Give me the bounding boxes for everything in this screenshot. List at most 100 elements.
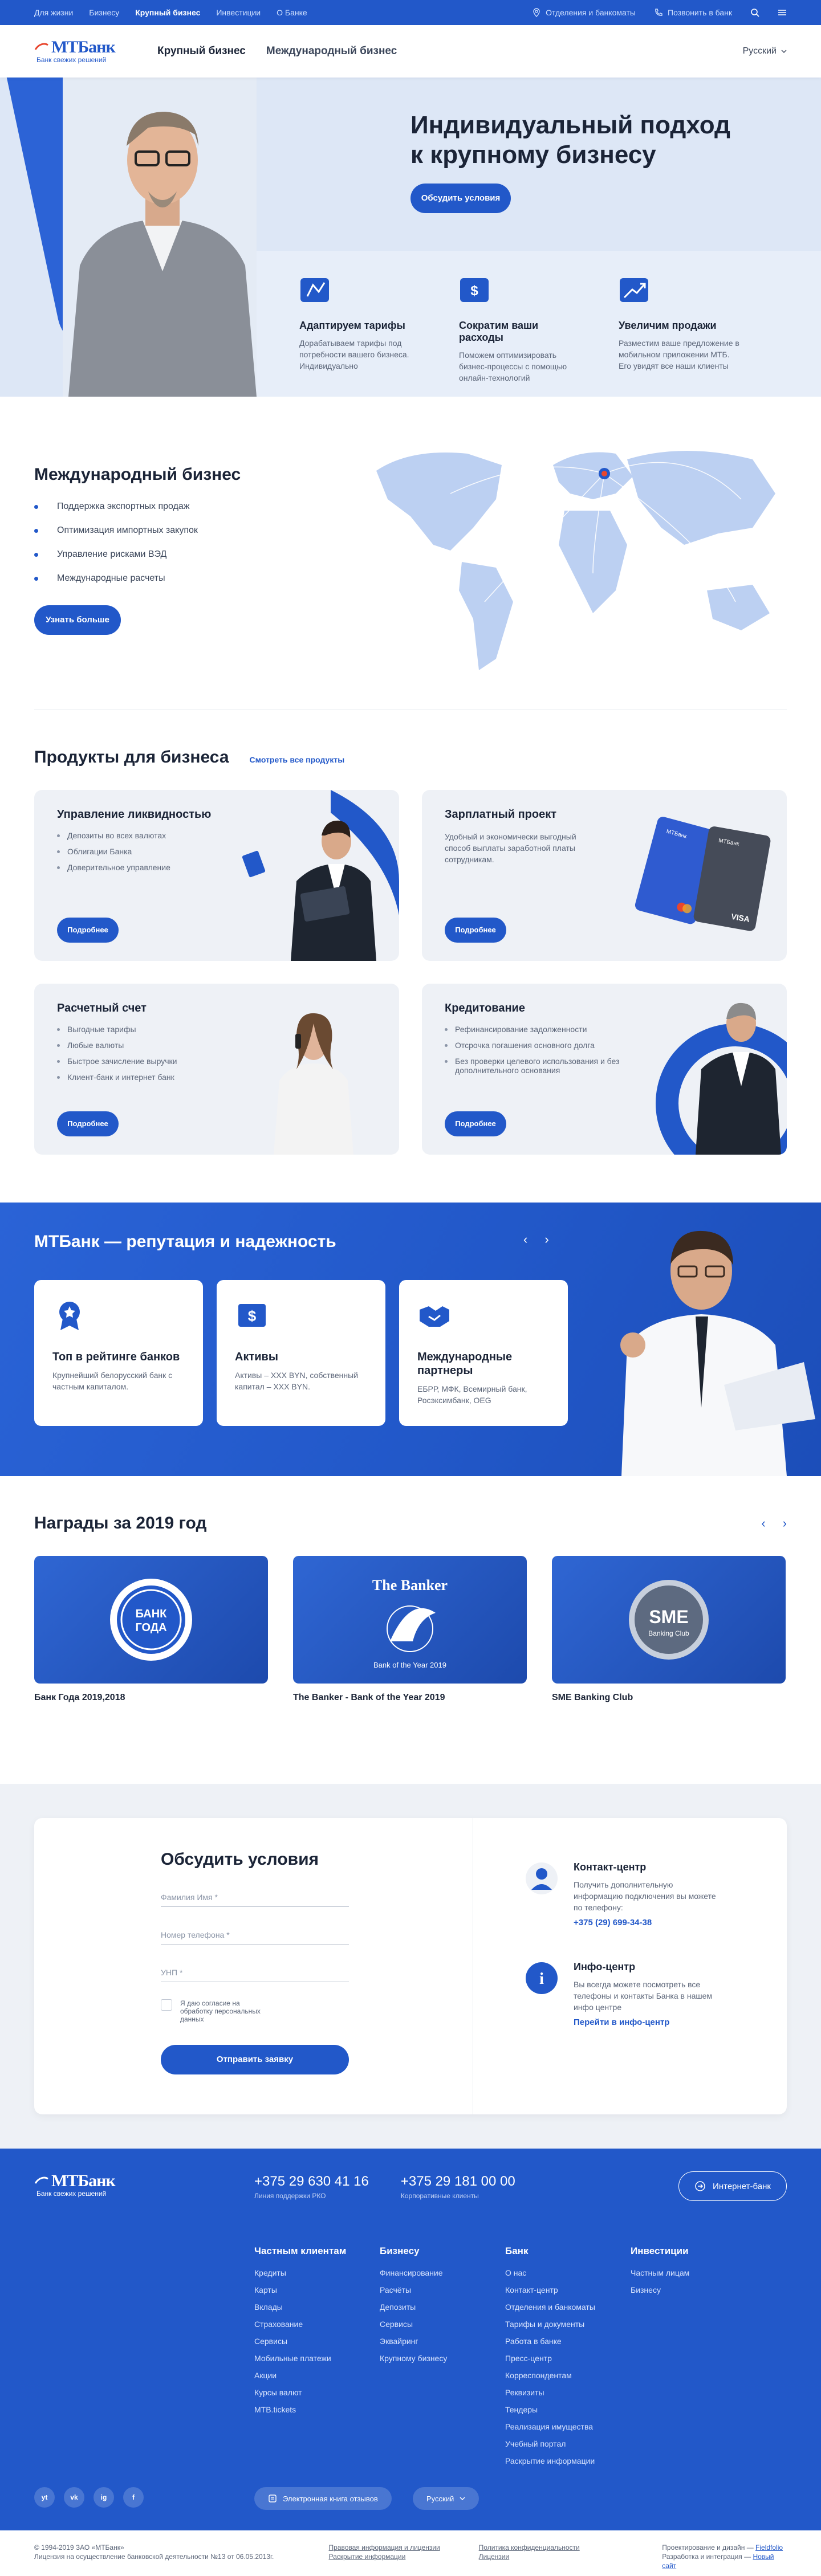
- topbar-link-about[interactable]: О Банке: [277, 8, 307, 17]
- contact-phone-link[interactable]: +375 (29) 699-34-38: [574, 1918, 652, 1927]
- list-item: Управление рисками ВЭД: [34, 549, 198, 560]
- footer-logo[interactable]: МТБанк Банк свежих решений: [34, 2173, 131, 2198]
- footer-link[interactable]: Карты: [254, 2285, 380, 2294]
- topbar-link-business[interactable]: Бизнесу: [89, 8, 119, 17]
- footer-link[interactable]: Курсы валют: [254, 2388, 380, 2397]
- details-button[interactable]: Подробнее: [57, 1111, 119, 1136]
- prev-arrow-icon[interactable]: ‹: [523, 1232, 527, 1247]
- footer-link[interactable]: Бизнесу: [631, 2285, 756, 2294]
- branches-link[interactable]: Отделения и банкоматы: [532, 8, 636, 17]
- design-credit-link[interactable]: Fieldfolio: [755, 2544, 783, 2551]
- footer-link[interactable]: MTB.tickets: [254, 2405, 380, 2414]
- footer-link[interactable]: Пресс-центр: [505, 2354, 631, 2363]
- sme-banking-club-badge: SME Banking Club: [629, 1580, 709, 1660]
- footer-link[interactable]: Раскрытие информации: [505, 2456, 631, 2465]
- details-button[interactable]: Подробнее: [445, 1111, 506, 1136]
- award-item[interactable]: БАНК ГОДА Банк Года 2019,2018: [34, 1556, 268, 1703]
- next-arrow-icon[interactable]: ›: [544, 1232, 548, 1247]
- topbar-link-life[interactable]: Для жизни: [34, 8, 73, 17]
- legal-info-link[interactable]: Правовая информация и лицензии: [329, 2543, 479, 2552]
- footer-link[interactable]: Работа в банке: [505, 2337, 631, 2346]
- footer-link[interactable]: Эквайринг: [380, 2337, 505, 2346]
- smiling-businessman-photo: [620, 1230, 815, 1476]
- internet-bank-button[interactable]: Интернет-банк: [678, 2171, 787, 2201]
- consent-checkbox[interactable]: [161, 1999, 172, 2011]
- call-link[interactable]: Позвонить в банк: [654, 8, 732, 17]
- footer-link[interactable]: Сервисы: [380, 2320, 505, 2329]
- next-arrow-icon[interactable]: ›: [783, 1516, 787, 1531]
- feedback-book-label: Электронная книга отзывов: [283, 2494, 378, 2503]
- product-card-liquidity[interactable]: Управление ликвидностью Депозиты во всех…: [34, 790, 399, 961]
- disclosure-link[interactable]: Раскрытие информации: [329, 2552, 479, 2561]
- list-item: Международные расчеты: [34, 573, 198, 584]
- submit-request-button[interactable]: Отправить заявку: [161, 2045, 349, 2074]
- footer-link[interactable]: Кредиты: [254, 2268, 380, 2277]
- award-item[interactable]: The Banker Bank of the Year 2019 The Ban…: [293, 1556, 527, 1703]
- footer-link[interactable]: Тарифы и документы: [505, 2320, 631, 2329]
- chevron-down-icon: [781, 50, 787, 53]
- footer-link[interactable]: Отделения и банкоматы: [505, 2302, 631, 2312]
- footer-link[interactable]: Мобильные платежи: [254, 2354, 380, 2363]
- product-card-credit[interactable]: Кредитование Рефинансирование задолженно…: [422, 984, 787, 1155]
- footer-link[interactable]: Депозиты: [380, 2302, 505, 2312]
- section-title: Продукты для бизнеса: [34, 748, 229, 767]
- product-card-account[interactable]: Расчетный счет Выгодные тарифы Любые вал…: [34, 984, 399, 1155]
- footer-link[interactable]: Реквизиты: [505, 2388, 631, 2397]
- prev-arrow-icon[interactable]: ‹: [761, 1516, 765, 1531]
- footer-link[interactable]: Страхование: [254, 2320, 380, 2329]
- award-item[interactable]: SME Banking Club SME Banking Club: [552, 1556, 786, 1703]
- footer-link[interactable]: Корреспондентам: [505, 2371, 631, 2380]
- menu-icon[interactable]: [778, 8, 787, 17]
- product-card-salary[interactable]: МТБанк МТБанк VISA Зарплатный проект Удоб…: [422, 790, 787, 961]
- vk-icon[interactable]: vk: [64, 2487, 84, 2508]
- language-select[interactable]: Русский: [743, 46, 787, 56]
- nav-corporate[interactable]: Крупный бизнес: [157, 45, 246, 58]
- learn-more-button[interactable]: Узнать больше: [34, 605, 121, 635]
- footer-link[interactable]: Расчёты: [380, 2285, 505, 2294]
- footer-link[interactable]: Вклады: [254, 2302, 380, 2312]
- request-form: Обсудить условия Фамилия Имя * Номер тел…: [34, 1818, 473, 2114]
- name-field[interactable]: Фамилия Имя *: [161, 1889, 349, 1907]
- privacy-link[interactable]: Политика конфиденциальности: [479, 2543, 663, 2552]
- footer-link[interactable]: Акции: [254, 2371, 380, 2380]
- hero-businessman-photo: [63, 78, 257, 397]
- facebook-icon[interactable]: f: [123, 2487, 144, 2508]
- badge-text-1: БАНК: [136, 1608, 168, 1620]
- footer-link[interactable]: Тендеры: [505, 2405, 631, 2414]
- nav-international[interactable]: Международный бизнес: [266, 45, 397, 58]
- details-button[interactable]: Подробнее: [57, 918, 119, 943]
- footer-link[interactable]: Сервисы: [254, 2337, 380, 2346]
- youtube-icon[interactable]: yt: [34, 2487, 55, 2508]
- footer-link[interactable]: Контакт-центр: [505, 2285, 631, 2294]
- footer-language-select[interactable]: Русский: [413, 2487, 479, 2510]
- footer-link[interactable]: Частным лицам: [631, 2268, 756, 2277]
- discuss-terms-button[interactable]: Обсудить условия: [410, 184, 511, 213]
- topbar-link-invest[interactable]: Инвестиции: [216, 8, 261, 17]
- footer-link[interactable]: О нас: [505, 2268, 631, 2277]
- all-products-link[interactable]: Смотреть все продукты: [250, 755, 345, 764]
- support-phone[interactable]: +375 29 630 41 16 Линия поддержки РКО: [254, 2174, 369, 2200]
- unp-field[interactable]: УНП *: [161, 1964, 349, 1982]
- footer-link[interactable]: Учебный портал: [505, 2439, 631, 2448]
- topbar-link-corporate[interactable]: Крупный бизнес: [135, 8, 200, 17]
- phone-field[interactable]: Номер телефона *: [161, 1926, 349, 1945]
- badge-text-2: Bank of the Year 2019: [373, 1661, 446, 1669]
- details-button[interactable]: Подробнее: [445, 918, 506, 943]
- footer-link[interactable]: Финансирование: [380, 2268, 505, 2277]
- language-value: Русский: [742, 46, 777, 56]
- corporate-phone[interactable]: +375 29 181 00 00 Корпоративные клиенты: [401, 2174, 515, 2200]
- logo-swoosh-icon: [34, 43, 48, 50]
- search-icon[interactable]: [750, 8, 759, 17]
- info-center-link[interactable]: Перейти в инфо-центр: [574, 2017, 669, 2027]
- instagram-icon[interactable]: ig: [94, 2487, 114, 2508]
- tariff-icon: [300, 278, 329, 302]
- growth-chart-icon: [620, 278, 648, 302]
- call-label: Позвонить в банк: [668, 8, 732, 17]
- footer-link[interactable]: Крупному бизнесу: [380, 2354, 505, 2363]
- handshake-icon: [420, 1306, 449, 1327]
- footer-column: Бизнесу Финансирование Расчёты Депозиты Серв…: [380, 2245, 505, 2473]
- feedback-book-button[interactable]: Электронная книга отзывов: [254, 2487, 392, 2510]
- logo[interactable]: МТБанк Банк свежих решений: [34, 39, 131, 64]
- licenses-link[interactable]: Лицензии: [479, 2552, 663, 2561]
- footer-link[interactable]: Реализация имущества: [505, 2422, 631, 2431]
